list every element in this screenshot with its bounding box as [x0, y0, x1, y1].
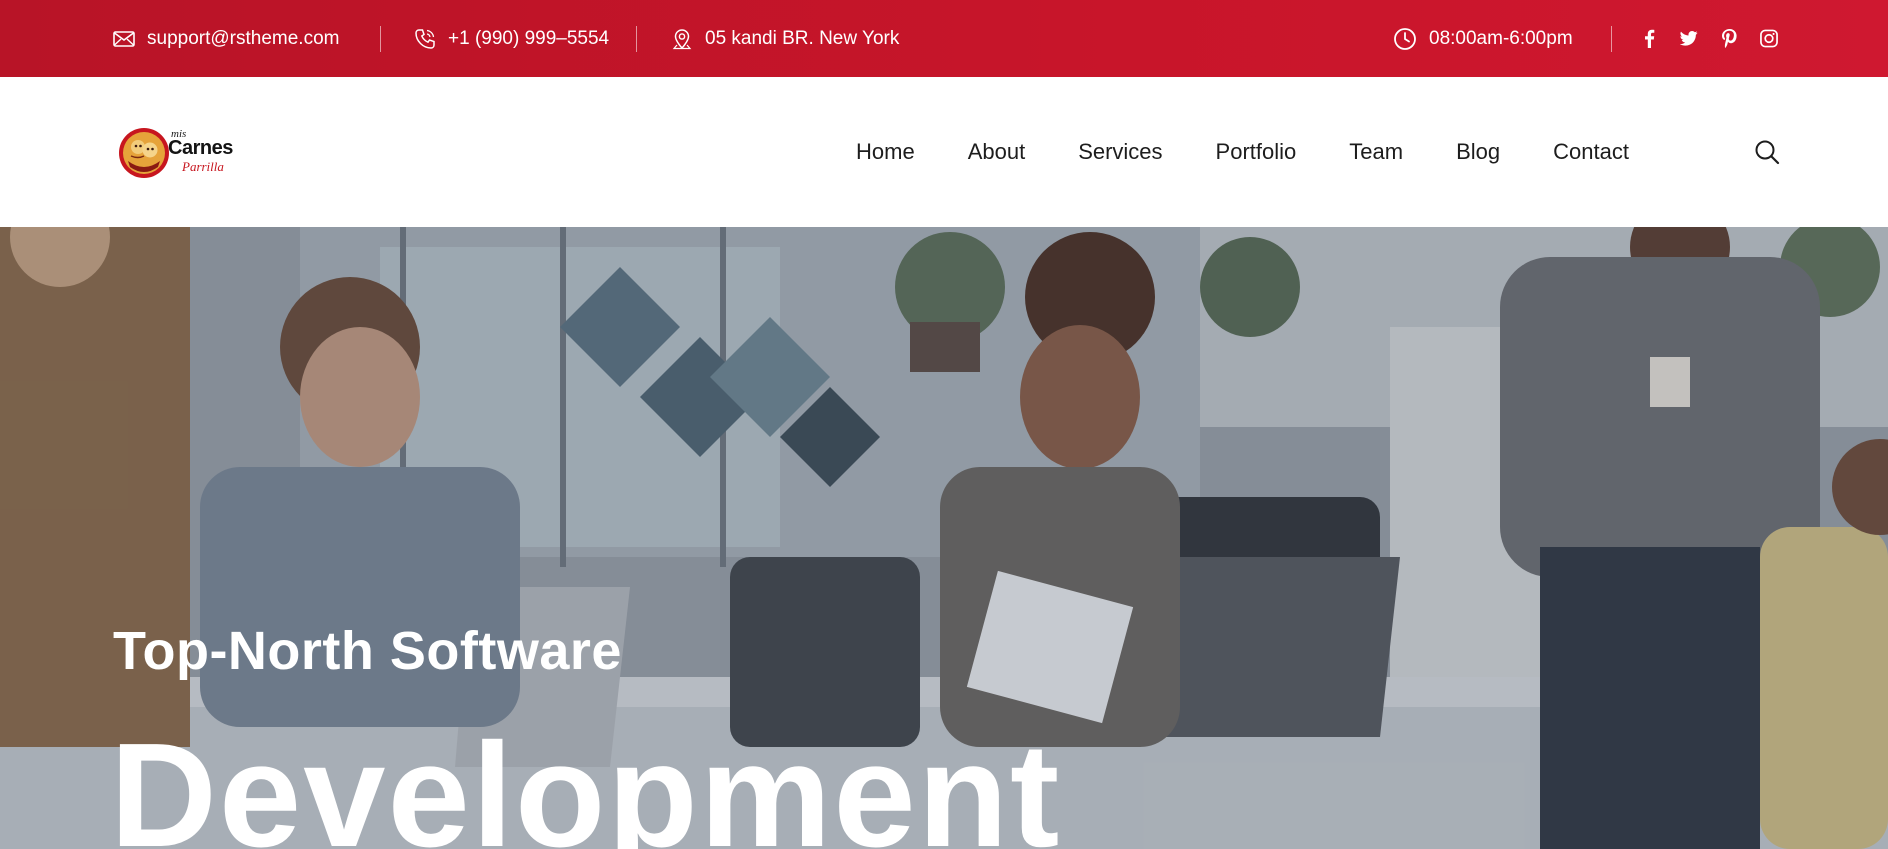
nav-blog[interactable]: Blog [1456, 139, 1500, 165]
site-header: mis Carnes Parrilla Home About Services … [0, 77, 1888, 227]
main-navigation: Home About Services Portfolio Team Blog … [856, 77, 1629, 227]
top-info-bar: support@rstheme.com +1 (990) 999–5554 05… [0, 0, 1888, 77]
phone-icon [414, 28, 436, 50]
nav-team[interactable]: Team [1349, 139, 1403, 165]
hero-subtitle: Top-North Software [113, 621, 622, 681]
hero-title: Development [110, 713, 1062, 849]
facebook-icon[interactable] [1640, 29, 1658, 49]
email-contact[interactable]: support@rstheme.com [113, 0, 339, 77]
email-text[interactable]: support@rstheme.com [147, 28, 339, 50]
map-pin-icon [671, 28, 693, 50]
hero-banner: Top-North Software Development [0, 227, 1888, 849]
site-logo[interactable]: mis Carnes Parrilla [116, 125, 246, 181]
divider [380, 26, 381, 52]
social-links [1640, 0, 1778, 77]
instagram-icon[interactable] [1760, 29, 1778, 49]
divider [636, 26, 637, 52]
envelope-icon [113, 30, 135, 47]
search-icon[interactable] [1754, 139, 1780, 165]
nav-about[interactable]: About [968, 139, 1026, 165]
phone-text[interactable]: +1 (990) 999–5554 [448, 28, 609, 50]
twitter-icon[interactable] [1680, 29, 1698, 49]
nav-contact[interactable]: Contact [1553, 139, 1629, 165]
logo-text-carnes: Carnes [168, 137, 233, 159]
address-text: 05 kandi BR. New York [705, 27, 900, 49]
nav-home[interactable]: Home [856, 139, 915, 165]
address-contact: 05 kandi BR. New York [671, 0, 899, 77]
logo-text-parrilla: Parrilla [182, 159, 224, 174]
hours-text: 08:00am-6:00pm [1429, 27, 1573, 49]
phone-contact[interactable]: +1 (990) 999–5554 [414, 0, 609, 77]
divider [1611, 26, 1612, 52]
nav-services[interactable]: Services [1078, 139, 1162, 165]
pinterest-icon[interactable] [1720, 29, 1738, 49]
opening-hours: 08:00am-6:00pm [1393, 0, 1573, 77]
nav-portfolio[interactable]: Portfolio [1216, 139, 1297, 165]
clock-icon [1393, 27, 1417, 51]
